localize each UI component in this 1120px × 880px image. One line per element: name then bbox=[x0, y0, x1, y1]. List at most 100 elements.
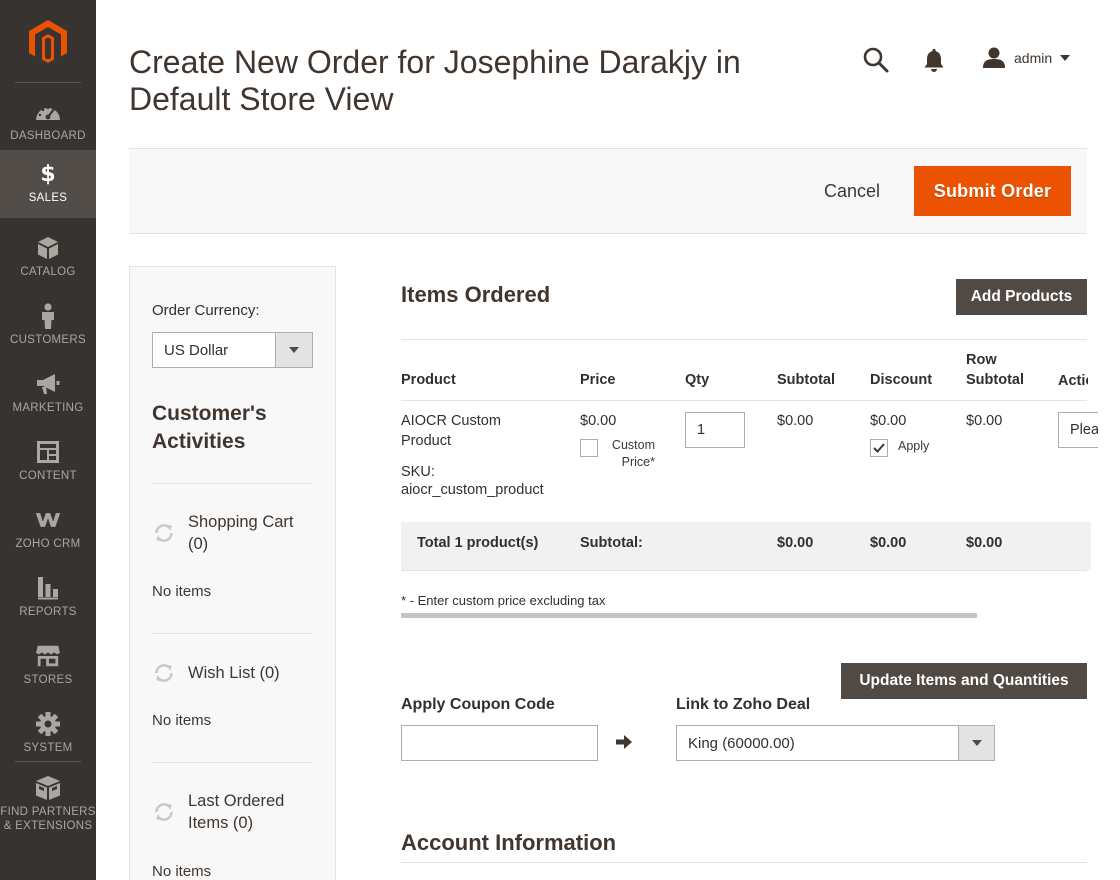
custom-price-label: Custom Price* bbox=[611, 438, 655, 469]
zoho-deal-value: King (60000.00) bbox=[688, 735, 795, 752]
nav-system[interactable]: SYSTEM bbox=[0, 700, 96, 768]
person-icon bbox=[35, 303, 61, 329]
refresh-icon[interactable] bbox=[152, 521, 176, 545]
zoho-icon bbox=[35, 508, 61, 532]
nav-stores[interactable]: STORES bbox=[0, 632, 96, 700]
update-items-button[interactable]: Update Items and Quantities bbox=[841, 663, 1087, 699]
subtotal-value: $0.00 bbox=[777, 413, 814, 429]
col-action: Action bbox=[1058, 373, 1088, 389]
horizontal-scrollbar[interactable] bbox=[401, 613, 977, 618]
nav-customers[interactable]: CUSTOMERS bbox=[0, 292, 96, 360]
totals-divider bbox=[401, 570, 1087, 571]
wish-list-title: Wish List (0) bbox=[188, 664, 280, 682]
bell-icon bbox=[924, 48, 944, 72]
nav-label: STORES bbox=[23, 674, 73, 686]
add-products-button[interactable]: Add Products bbox=[956, 279, 1087, 315]
logo-divider bbox=[15, 82, 81, 83]
total-subtotal-value: $0.00 bbox=[777, 535, 814, 551]
nav-marketing[interactable]: MARKETING bbox=[0, 360, 96, 428]
col-action-clip: Action bbox=[1058, 370, 1088, 391]
arrow-right-icon bbox=[616, 735, 632, 749]
order-currency-select[interactable]: US Dollar bbox=[152, 332, 313, 368]
row-subtotal-value: $0.00 bbox=[966, 413, 1003, 429]
bar-chart-icon bbox=[35, 576, 61, 600]
total-row-subtotal-value: $0.00 bbox=[966, 535, 1003, 551]
store-icon bbox=[35, 644, 61, 668]
col-product: Product bbox=[401, 372, 456, 388]
nav-dashboard[interactable]: DASHBOARD bbox=[0, 88, 96, 156]
magento-logo-icon bbox=[29, 20, 67, 63]
divider bbox=[152, 483, 312, 484]
nav-label: SALES bbox=[28, 192, 68, 204]
chevron-down-icon bbox=[275, 333, 312, 367]
product-name: AIOCR Custom Product bbox=[401, 413, 501, 449]
cancel-button[interactable]: Cancel bbox=[808, 167, 896, 215]
nav-label-line1: FIND PARTNERS bbox=[0, 806, 96, 818]
megaphone-icon bbox=[35, 372, 61, 396]
nav-label: ZOHO CRM bbox=[15, 538, 81, 550]
nav-catalog[interactable]: CATALOG bbox=[0, 224, 96, 292]
nav-reports[interactable]: REPORTS bbox=[0, 564, 96, 632]
col-price: Price bbox=[580, 372, 616, 388]
user-menu[interactable]: admin bbox=[982, 44, 1071, 72]
nav-find-partners[interactable]: FIND PARTNERS & EXTENSIONS bbox=[0, 764, 96, 840]
section-divider bbox=[401, 862, 1087, 863]
submit-order-button[interactable]: Submit Order bbox=[914, 166, 1071, 216]
order-currency-label: Order Currency: bbox=[152, 302, 260, 319]
nav-label: DASHBOARD bbox=[10, 130, 86, 142]
chevron-down-icon bbox=[958, 726, 994, 760]
account-information-title: Account Information bbox=[401, 830, 617, 855]
chevron-down-icon bbox=[1060, 55, 1071, 61]
nav-label: CATALOG bbox=[20, 266, 76, 278]
nav-label: REPORTS bbox=[19, 606, 77, 618]
last-ordered-header: Last Ordered Items (0) bbox=[152, 790, 308, 834]
custom-price-note: * - Enter custom price excluding tax bbox=[401, 593, 606, 608]
refresh-icon[interactable] bbox=[152, 800, 176, 824]
search-icon bbox=[863, 47, 889, 73]
zoho-deal-label: Link to Zoho Deal bbox=[676, 696, 811, 713]
divider bbox=[152, 762, 312, 763]
dollar-icon: $ bbox=[40, 161, 56, 187]
total-products-label: Total 1 product(s) bbox=[417, 535, 539, 551]
box-icon bbox=[35, 776, 61, 800]
notifications-button[interactable] bbox=[922, 48, 946, 74]
nav-label: SYSTEM bbox=[23, 742, 73, 754]
nav-content[interactable]: CONTENT bbox=[0, 428, 96, 496]
table-header-divider bbox=[401, 400, 1087, 401]
layout-icon bbox=[35, 440, 61, 464]
price-value: $0.00 bbox=[580, 413, 617, 429]
col-row-subtotal: Row Subtotal bbox=[966, 352, 1024, 388]
activities-title: Customer's Activities bbox=[152, 402, 267, 453]
coupon-label: Apply Coupon Code bbox=[401, 696, 555, 713]
dashboard-icon bbox=[35, 100, 61, 124]
gear-icon bbox=[35, 712, 61, 736]
apply-coupon-button[interactable] bbox=[614, 733, 636, 753]
nav-label: CONTENT bbox=[19, 470, 77, 482]
refresh-icon[interactable] bbox=[152, 661, 176, 685]
user-icon bbox=[983, 47, 1005, 68]
total-subtotal-label: Subtotal: bbox=[580, 535, 643, 551]
order-currency-value: US Dollar bbox=[164, 342, 229, 359]
zoho-deal-select[interactable]: King (60000.00) bbox=[676, 725, 995, 761]
magento-logo[interactable] bbox=[0, 0, 96, 82]
custom-price-checkbox[interactable] bbox=[580, 439, 598, 457]
apply-discount-checkbox[interactable] bbox=[870, 439, 888, 457]
shopping-cart-title: Shopping Cart (0) bbox=[188, 513, 294, 553]
qty-input[interactable] bbox=[685, 412, 745, 448]
coupon-input[interactable] bbox=[401, 725, 598, 761]
last-ordered-title: Last Ordered Items (0) bbox=[188, 792, 285, 832]
apply-label: Apply bbox=[898, 439, 930, 453]
sku-label: SKU: bbox=[401, 464, 435, 480]
nav-sales[interactable]: $ SALES bbox=[0, 150, 96, 218]
row-action-select[interactable]: Please select bbox=[1058, 412, 1098, 448]
last-ordered-empty: No items bbox=[152, 863, 212, 880]
username: admin bbox=[1014, 50, 1053, 66]
search-button[interactable] bbox=[862, 46, 890, 74]
nav-label: CUSTOMERS bbox=[10, 334, 86, 346]
wish-list-header: Wish List (0) bbox=[152, 661, 308, 685]
admin-sidebar: DASHBOARD $ SALES CATALOG CUSTOMERS MARK… bbox=[0, 0, 96, 880]
nav-label: MARKETING bbox=[12, 402, 84, 414]
items-ordered-title: Items Ordered bbox=[401, 282, 551, 307]
shopping-cart-empty: No items bbox=[152, 583, 212, 600]
nav-zoho-crm[interactable]: ZOHO CRM bbox=[0, 496, 96, 564]
